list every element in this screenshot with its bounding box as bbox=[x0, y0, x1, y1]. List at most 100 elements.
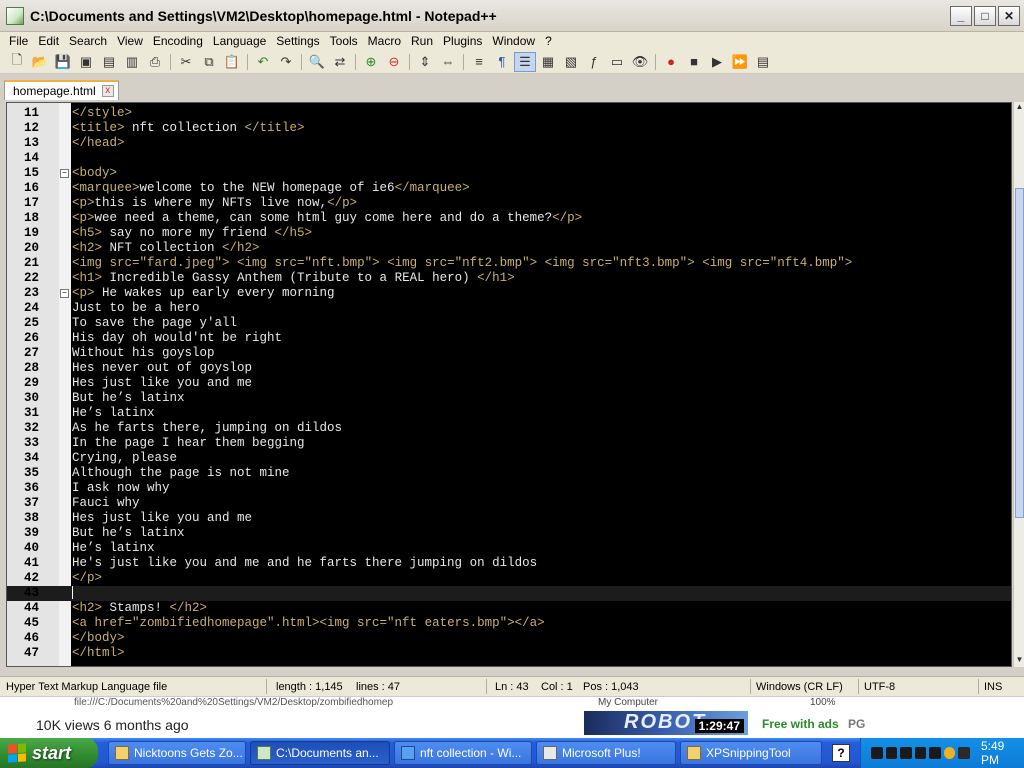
code-line[interactable]: 21 <img src="fard.jpeg"> <img src="nft.bm… bbox=[7, 256, 1011, 271]
code-line[interactable]: 34 Crying, please bbox=[7, 451, 1011, 466]
word-wrap-icon[interactable]: ≡ bbox=[468, 52, 490, 72]
code-line[interactable]: 26 His day oh would'nt be right bbox=[7, 331, 1011, 346]
code-line[interactable]: 45 <a href="zombifiedhomepage".html><img … bbox=[7, 616, 1011, 631]
search-icon[interactable] bbox=[943, 747, 956, 759]
code-line[interactable]: 22 <h1> Incredible Gassy Anthem (Tribute … bbox=[7, 271, 1011, 286]
undo-icon[interactable]: ↶ bbox=[252, 52, 274, 72]
menu-edit[interactable]: Edit bbox=[33, 34, 64, 48]
menu-encoding[interactable]: Encoding bbox=[148, 34, 208, 48]
record-macro-icon[interactable]: ● bbox=[660, 52, 682, 72]
code-line[interactable]: 15 − <body> bbox=[7, 166, 1011, 181]
code-line[interactable]: 35 Although the page is not mine bbox=[7, 466, 1011, 481]
code-line[interactable]: 47 </html> bbox=[7, 646, 1011, 661]
close-all-icon[interactable]: ▥ bbox=[121, 52, 143, 72]
code-line[interactable]: 28 Hes never out of goyslop bbox=[7, 361, 1011, 376]
fold-toggle-icon[interactable]: − bbox=[60, 289, 69, 298]
menu-search[interactable]: Search bbox=[64, 34, 112, 48]
new-file-icon[interactable]: 🗋 bbox=[6, 52, 28, 72]
document-map-icon[interactable]: ▧ bbox=[560, 52, 582, 72]
save-all-icon[interactable]: ▣ bbox=[75, 52, 97, 72]
code-line[interactable]: 46 </body> bbox=[7, 631, 1011, 646]
menu-macro[interactable]: Macro bbox=[363, 34, 406, 48]
code-line[interactable]: 12 <title> nft collection </title> bbox=[7, 121, 1011, 136]
menu-help[interactable]: ? bbox=[540, 34, 557, 48]
minimize-button[interactable]: _ bbox=[950, 6, 972, 26]
cut-icon[interactable]: ✂ bbox=[175, 52, 197, 72]
code-line[interactable]: 11 </style> bbox=[7, 106, 1011, 121]
indent-guide-icon[interactable]: ☰ bbox=[514, 51, 536, 72]
code-line[interactable]: 40 He’s latinx bbox=[7, 541, 1011, 556]
start-button[interactable]: start bbox=[0, 738, 98, 768]
code-line[interactable]: 30 But he’s latinx bbox=[7, 391, 1011, 406]
replace-icon[interactable]: ⇄ bbox=[329, 52, 351, 72]
code-line[interactable]: 41 He's just like you and me and he farts… bbox=[7, 556, 1011, 571]
code-line[interactable]: 31 He’s latinx bbox=[7, 406, 1011, 421]
zoom-in-icon[interactable]: ⊕ bbox=[360, 52, 382, 72]
open-file-icon[interactable]: 📂 bbox=[29, 52, 51, 72]
menu-view[interactable]: View bbox=[112, 34, 148, 48]
scrollbar-thumb[interactable] bbox=[1015, 188, 1024, 518]
code-line[interactable]: 36 I ask now why bbox=[7, 481, 1011, 496]
code-line[interactable]: 23 − <p> He wakes up early every morning bbox=[7, 286, 1011, 301]
sync-horizontal-icon[interactable]: ⇔ bbox=[437, 52, 459, 72]
code-line[interactable]: 27 Without his goyslop bbox=[7, 346, 1011, 361]
menu-run[interactable]: Run bbox=[406, 34, 438, 48]
code-line[interactable]: 38 Hes just like you and me bbox=[7, 511, 1011, 526]
menu-plugins[interactable]: Plugins bbox=[438, 34, 487, 48]
menu-tools[interactable]: Tools bbox=[325, 34, 363, 48]
tab-homepage-html[interactable]: homepage.html x bbox=[4, 80, 119, 100]
task-nicktoons[interactable]: Nicktoons Gets Zo... bbox=[108, 741, 246, 765]
vertical-scrollbar[interactable]: ▲ ▼ bbox=[1013, 102, 1024, 667]
task-ie-nft-collection[interactable]: nft collection - Wi... bbox=[394, 741, 532, 765]
folder-workspace-icon[interactable]: ▭ bbox=[606, 52, 628, 72]
task-xpsnippingtool[interactable]: XPSnippingTool bbox=[680, 741, 822, 765]
code-line[interactable]: 25 To save the page y'all bbox=[7, 316, 1011, 331]
code-line[interactable]: 39 But he’s latinx bbox=[7, 526, 1011, 541]
print-icon[interactable]: ⎙ bbox=[144, 52, 166, 72]
fold-toggle-icon[interactable]: − bbox=[60, 169, 69, 178]
menu-language[interactable]: Language bbox=[208, 34, 271, 48]
code-line[interactable]: 20 <h2> NFT collection </h2> bbox=[7, 241, 1011, 256]
help-icon[interactable]: ? bbox=[832, 744, 850, 762]
scroll-down-icon[interactable]: ▼ bbox=[1014, 655, 1024, 667]
stop-record-icon[interactable]: ■ bbox=[683, 52, 705, 72]
code-editor[interactable]: 11 </style> 12 <title> nft collection </tit… bbox=[6, 102, 1012, 667]
save-icon[interactable]: 💾 bbox=[52, 52, 74, 72]
code-line[interactable]: 18 <p>wee need a theme, can some html guy… bbox=[7, 211, 1011, 226]
code-line[interactable]: 42 </p> bbox=[7, 571, 1011, 586]
maximize-button[interactable]: □ bbox=[974, 6, 996, 26]
task-notepad-plus-plus[interactable]: C:\Documents an... bbox=[250, 741, 390, 765]
show-all-chars-icon[interactable]: ¶ bbox=[491, 52, 513, 72]
save-macro-icon[interactable]: ▤ bbox=[752, 52, 774, 72]
run-macro-multiple-icon[interactable]: ⏩ bbox=[729, 52, 751, 72]
tray-icon[interactable] bbox=[929, 747, 941, 759]
tray-icon[interactable] bbox=[900, 747, 912, 759]
sync-vertical-icon[interactable]: ⇕ bbox=[414, 52, 436, 72]
code-line[interactable]: 13 </head> bbox=[7, 136, 1011, 151]
code-line[interactable]: 17 <p>this is where my NFTs live now,</p> bbox=[7, 196, 1011, 211]
close-file-icon[interactable]: ▤ bbox=[98, 52, 120, 72]
code-line[interactable]: 16 <marquee>welcome to the NEW homepage o… bbox=[7, 181, 1011, 196]
function-list-icon[interactable]: ƒ bbox=[583, 52, 605, 72]
user-language-icon[interactable]: ▦ bbox=[537, 52, 559, 72]
code-line[interactable]: 19 <h5> say no more my friend </h5> bbox=[7, 226, 1011, 241]
play-macro-icon[interactable]: ▶ bbox=[706, 52, 728, 72]
monitoring-icon[interactable]: 👁 bbox=[629, 52, 651, 72]
close-button[interactable]: ✕ bbox=[998, 6, 1020, 26]
menu-window[interactable]: Window bbox=[487, 34, 540, 48]
ad-thumbnail[interactable]: ROBOT 1:29:47 bbox=[584, 711, 748, 735]
copy-icon[interactable]: ⧉ bbox=[198, 52, 220, 72]
task-microsoft-plus[interactable]: Microsoft Plus! bbox=[536, 741, 676, 765]
scroll-up-icon[interactable]: ▲ bbox=[1014, 102, 1024, 114]
menu-settings[interactable]: Settings bbox=[271, 34, 324, 48]
code-line[interactable]: 24 Just to be a hero bbox=[7, 301, 1011, 316]
code-line[interactable]: 33 In the page I hear them begging bbox=[7, 436, 1011, 451]
code-line[interactable]: 29 Hes just like you and me bbox=[7, 376, 1011, 391]
tab-close-icon[interactable]: x bbox=[101, 85, 114, 97]
tray-icon[interactable] bbox=[914, 747, 927, 759]
code-line[interactable]: 44 <h2> Stamps! </h2> bbox=[7, 601, 1011, 616]
redo-icon[interactable]: ↷ bbox=[275, 52, 297, 72]
code-line[interactable]: 37 Fauci why bbox=[7, 496, 1011, 511]
tray-icon[interactable] bbox=[885, 747, 898, 759]
code-line[interactable]: 14 bbox=[7, 151, 1011, 166]
